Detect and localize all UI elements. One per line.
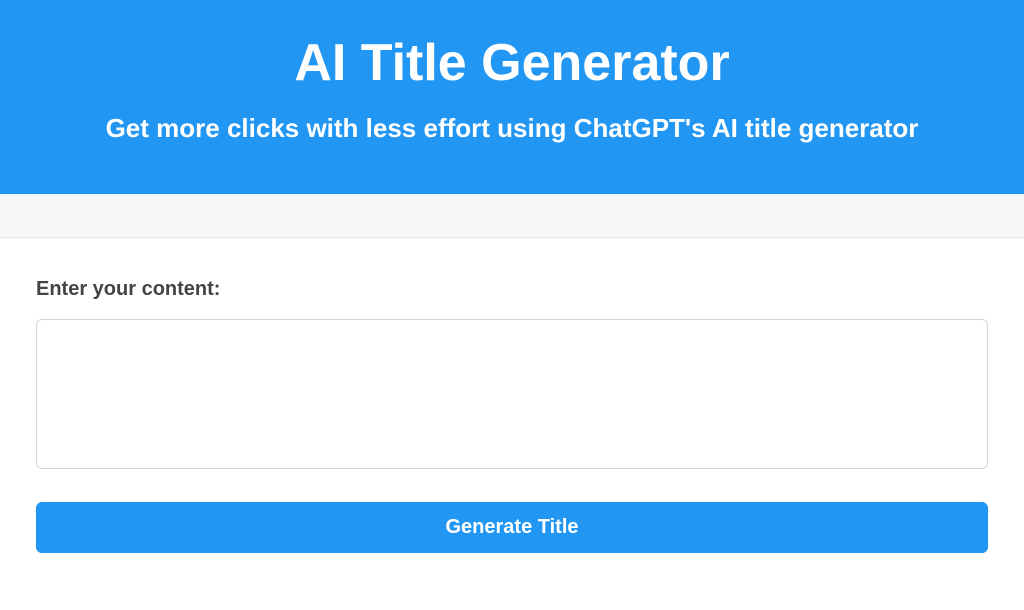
hero-banner: AI Title Generator Get more clicks with … bbox=[0, 0, 1024, 194]
content-input-label: Enter your content: bbox=[36, 278, 988, 301]
form-section: Enter your content: Generate Title bbox=[0, 238, 1024, 553]
generate-title-button[interactable]: Generate Title bbox=[36, 502, 988, 553]
page-title: AI Title Generator bbox=[40, 32, 984, 94]
page-subtitle: Get more clicks with less effort using C… bbox=[40, 112, 984, 146]
section-separator bbox=[0, 194, 1024, 238]
content-input[interactable] bbox=[36, 319, 988, 469]
